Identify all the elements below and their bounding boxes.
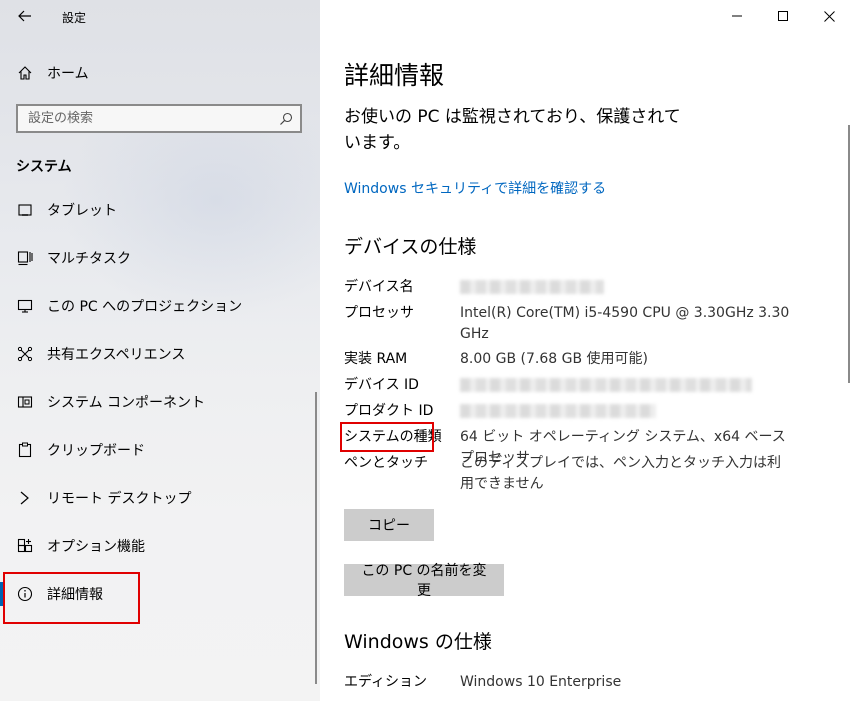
close-button[interactable]: [806, 0, 852, 32]
windows-security-link[interactable]: Windows セキュリティで詳細を確認する: [344, 178, 606, 198]
window-controls: [714, 0, 852, 32]
copy-button[interactable]: コピー: [344, 509, 434, 541]
main-pane: 詳細情報 お使いの PC は監視されており、保護されています。 Windows …: [320, 0, 852, 701]
sidebar-item-home[interactable]: ホーム: [0, 58, 320, 88]
sidebar-item-optional-features[interactable]: オプション機能: [0, 526, 320, 566]
multitask-icon: [16, 249, 34, 267]
sidebar-item-projection[interactable]: この PC へのプロジェクション: [0, 286, 320, 326]
protection-status-text: お使いの PC は監視されており、保護されています。: [344, 107, 681, 153]
spec-value-redacted: [460, 375, 790, 399]
main-scrollbar[interactable]: [848, 125, 850, 383]
back-button[interactable]: [12, 4, 38, 28]
sidebar-item-label: オプション機能: [47, 539, 145, 555]
optional-features-icon: [16, 537, 34, 555]
system-components-icon: [16, 393, 34, 411]
sidebar-item-label: システム コンポーネント: [47, 395, 206, 411]
highlight-box-system-type: [340, 422, 434, 452]
back-arrow-icon: [18, 10, 31, 22]
sidebar-item-tablet[interactable]: タブレット: [0, 190, 320, 230]
device-spec-heading: デバイスの仕様: [344, 236, 477, 258]
remote-desktop-icon: [16, 489, 34, 507]
spec-value: Intel(R) Core(TM) i5-4590 CPU @ 3.30GHz …: [460, 305, 790, 342]
sidebar-item-multitask[interactable]: マルチタスク: [0, 238, 320, 278]
page-title: 詳細情報: [344, 61, 445, 90]
search-box[interactable]: [16, 104, 302, 133]
spec-value-redacted: [460, 277, 790, 301]
section-title: システム: [16, 159, 72, 175]
spec-value: Windows 10 Enterprise: [460, 674, 622, 690]
redacted-blur: [460, 404, 656, 418]
search-icon: [280, 112, 293, 125]
close-icon: [823, 10, 835, 22]
windows-spec-heading: Windows の仕様: [344, 631, 492, 653]
highlight-box-about: [3, 572, 140, 624]
sidebar: 設定 ホーム システム タブレット マルチタスク この PC へのプロジェクショ…: [0, 0, 320, 701]
tablet-icon: [16, 201, 34, 219]
home-icon: [16, 64, 34, 82]
rename-pc-button[interactable]: この PC の名前を変更: [344, 563, 504, 599]
spec-label: デバイス ID: [344, 377, 419, 393]
sidebar-item-label: クリップボード: [47, 443, 145, 459]
minimize-button[interactable]: [714, 0, 760, 32]
sidebar-item-label: マルチタスク: [47, 251, 131, 267]
maximize-icon: [778, 11, 788, 21]
spec-label: プロセッサ: [344, 305, 414, 321]
sidebar-item-label: この PC へのプロジェクション: [47, 299, 243, 315]
redacted-blur: [460, 378, 752, 392]
spec-value-redacted: [460, 401, 790, 425]
minimize-icon: [732, 15, 742, 17]
redacted-blur: [460, 280, 604, 294]
sidebar-item-shared-experience[interactable]: 共有エクスペリエンス: [0, 334, 320, 374]
search-input[interactable]: [18, 106, 278, 131]
sidebar-item-system-components[interactable]: システム コンポーネント: [0, 382, 320, 422]
spec-label: デバイス名: [344, 279, 414, 295]
spec-value: このディスプレイでは、ペン入力とタッチ入力は利用できません: [460, 455, 782, 492]
spec-label: プロダクト ID: [344, 403, 434, 419]
sidebar-item-label: ホーム: [47, 66, 89, 82]
sidebar-item-clipboard[interactable]: クリップボード: [0, 430, 320, 470]
sidebar-item-label: リモート デスクトップ: [47, 491, 192, 507]
spec-value: 8.00 GB (7.68 GB 使用可能): [460, 351, 648, 367]
app-title: 設定: [62, 11, 87, 25]
spec-label: エディション: [344, 674, 428, 690]
sidebar-item-label: 共有エクスペリエンス: [47, 347, 186, 363]
sidebar-item-label: タブレット: [47, 203, 117, 219]
clipboard-icon: [16, 441, 34, 459]
sidebar-item-remote-desktop[interactable]: リモート デスクトップ: [0, 478, 320, 518]
sidebar-scrollbar[interactable]: [315, 392, 317, 684]
shared-experience-icon: [16, 345, 34, 363]
sidebar-titlebar: 設定: [0, 0, 320, 32]
maximize-button[interactable]: [760, 0, 806, 32]
spec-label: ペンとタッチ: [344, 455, 428, 471]
spec-label: 実装 RAM: [344, 351, 408, 367]
projection-icon: [16, 297, 34, 315]
